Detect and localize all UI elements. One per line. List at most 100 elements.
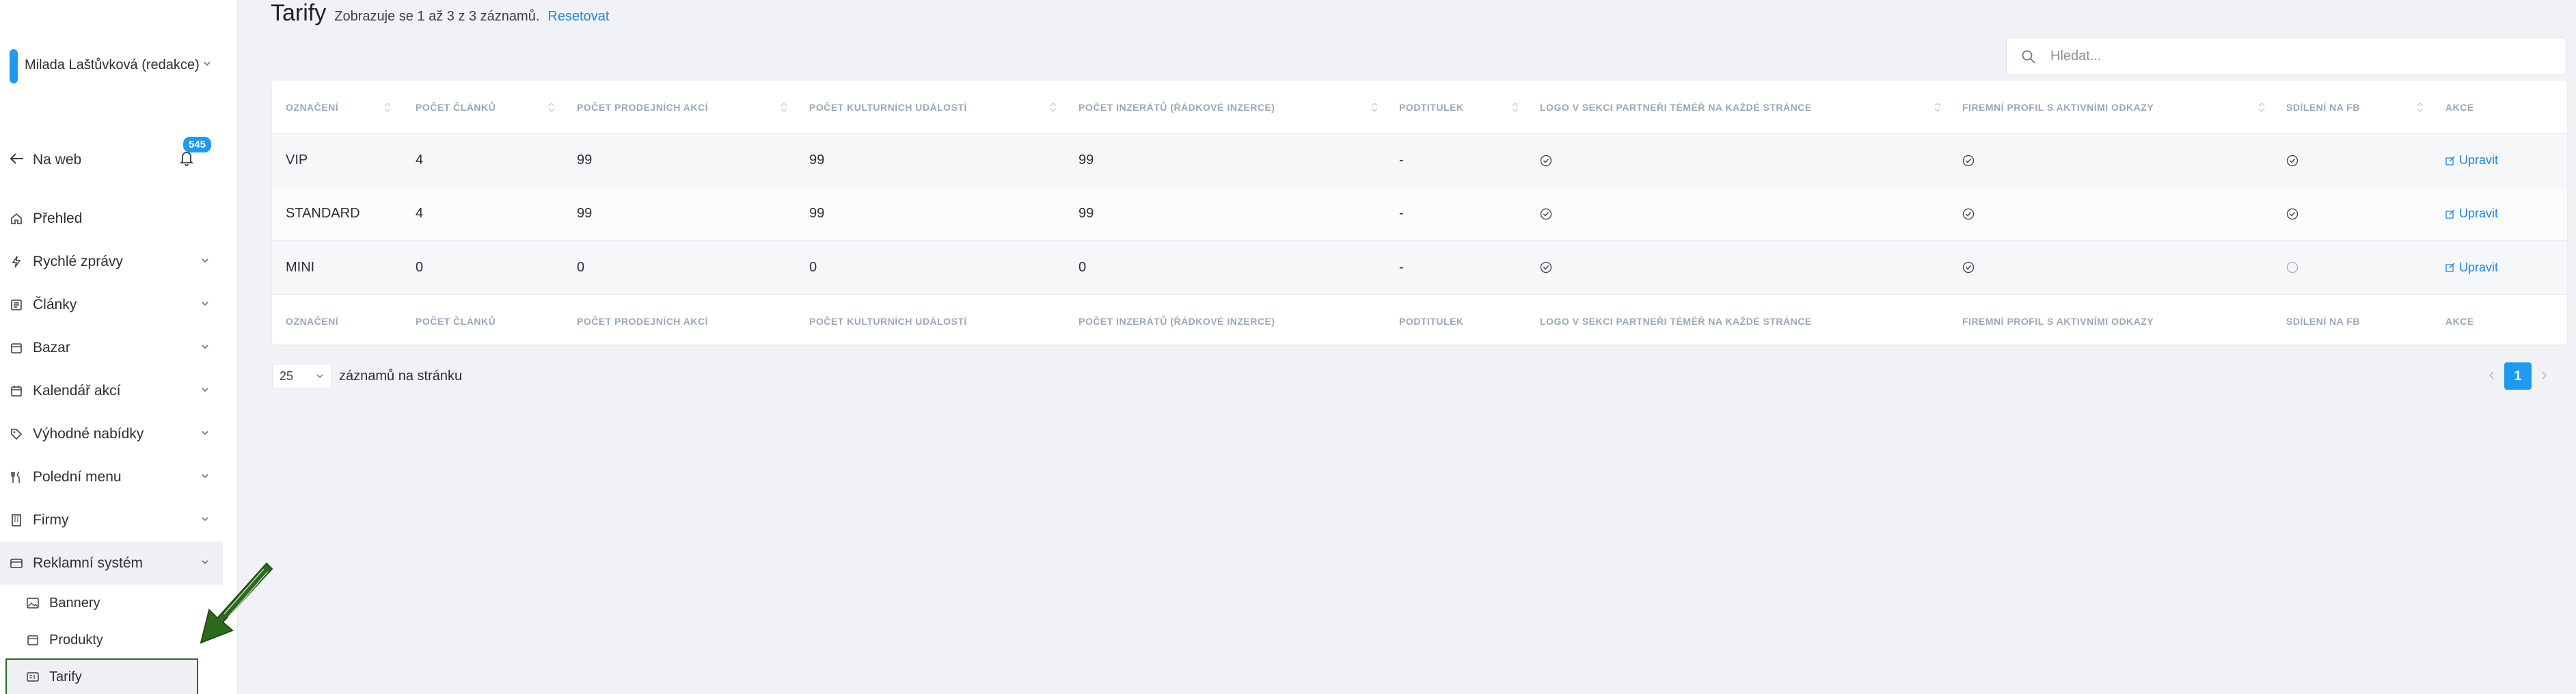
sidebar-item-label: Firmy: [33, 511, 69, 528]
column-header[interactable]: POČET INZERÁTŮ (ŘÁDKOVÉ INZERCE): [1079, 81, 1275, 133]
cell-culture: 0: [809, 259, 817, 275]
page-size-value: 25: [280, 369, 294, 383]
column-header[interactable]: FIREMNÍ PROFIL S AKTIVNÍMI ODKAZY: [1962, 81, 2154, 133]
column-footer: PODTITULEK: [1399, 315, 1464, 327]
pagination: 1: [2488, 362, 2548, 390]
sidebar-item-prehled[interactable]: Přehled: [0, 197, 238, 240]
column-header[interactable]: PODTITULEK: [1399, 81, 1463, 133]
table-row: MINI 0 0 0 0 - Upravit: [272, 241, 2567, 294]
column-footer: AKCE: [2445, 315, 2474, 327]
back-to-web-label: Na web: [33, 152, 82, 168]
table-row: STANDARD 4 99 99 99 - Upravit: [272, 187, 2567, 241]
sidebar-item-poledni-menu[interactable]: Polední menu: [0, 455, 238, 498]
table-header: OZNAČENÍ POČET ČLÁNKŮ POČET PRODEJNÍCH A…: [272, 81, 2567, 134]
reset-link[interactable]: Resetovat: [547, 9, 609, 25]
sidebar-item-bazar[interactable]: Bazar: [0, 326, 238, 369]
cell-sales: 0: [577, 259, 585, 275]
empty-circle-icon: [2286, 241, 2299, 294]
image-icon: [26, 596, 49, 611]
page-size-select[interactable]: 25: [272, 364, 332, 388]
user-menu[interactable]: Milada Laštůvková (redakce): [0, 42, 238, 90]
sidebar-item-kalendar-akci[interactable]: Kalendář akcí: [0, 369, 238, 412]
sidebar-subitem-produkty[interactable]: Produkty: [0, 622, 223, 658]
sort-icon[interactable]: [2415, 100, 2425, 115]
check-circle-icon: [1540, 241, 1552, 294]
column-header[interactable]: SDÍLENÍ NA FB: [2286, 81, 2360, 133]
sort-icon[interactable]: [547, 100, 556, 115]
home-icon: [10, 211, 33, 227]
sort-icon[interactable]: [383, 100, 392, 115]
table-footer: OZNAČENÍ POČET ČLÁNKŮ POČET PRODEJNÍCH A…: [272, 294, 2567, 347]
sidebar-item-label: Bazar: [33, 339, 70, 356]
column-footer: SDÍLENÍ NA FB: [2286, 315, 2360, 327]
chevron-down-icon: [200, 255, 211, 266]
cell-subtitle: -: [1399, 152, 1404, 168]
chevron-down-icon: [200, 384, 211, 395]
cutlery-icon: [10, 469, 33, 485]
sort-icon[interactable]: [779, 100, 789, 115]
search-input[interactable]: [2050, 49, 2529, 64]
cell-culture: 99: [809, 152, 825, 168]
edit-button[interactable]: Upravit: [2445, 187, 2498, 240]
edit-icon: [2445, 156, 2455, 165]
edit-icon: [2445, 263, 2455, 272]
page-size-label: záznamů na stránku: [339, 368, 463, 384]
bolt-icon: [10, 254, 33, 270]
cell-ads: 99: [1079, 152, 1094, 168]
notifications-badge: 545: [183, 137, 212, 152]
sidebar-item-label: Přehled: [33, 210, 83, 226]
next-page-icon[interactable]: [2540, 367, 2548, 385]
column-header[interactable]: LOGO V SEKCI PARTNEŘI TÉMĚŘ NA KAŽDÉ STR…: [1540, 81, 1812, 133]
sidebar-item-label: Články: [33, 296, 77, 312]
edit-button[interactable]: Upravit: [2445, 241, 2498, 294]
table-row: VIP 4 99 99 99 - Upravit: [272, 134, 2567, 187]
edit-label: Upravit: [2459, 206, 2499, 220]
sidebar-item-rychle-zpravy[interactable]: Rychlé zprávy: [0, 240, 238, 283]
sidebar-item-clanky[interactable]: Články: [0, 283, 238, 326]
sidebar-item-label: Výhodné nabídky: [33, 425, 144, 442]
chevron-down-icon: [200, 341, 211, 352]
sidebar-item-label: Polední menu: [33, 468, 122, 485]
sidebar-subitem-label: Produkty: [49, 632, 103, 648]
sidebar-item-label: Rychlé zprávy: [33, 253, 123, 269]
column-footer: LOGO V SEKCI PARTNEŘI TÉMĚŘ NA KAŽDÉ STR…: [1540, 315, 1812, 327]
edit-button[interactable]: Upravit: [2445, 134, 2498, 187]
sidebar-item-vyhodne-nabidky[interactable]: Výhodné nabídky: [0, 412, 238, 455]
column-footer: POČET ČLÁNKŮ: [416, 315, 496, 327]
sidebar-subitem-bannery[interactable]: Bannery: [0, 585, 223, 622]
tariffs-table: OZNAČENÍ POČET ČLÁNKŮ POČET PRODEJNÍCH A…: [272, 81, 2567, 345]
sidebar-subitem-tarify[interactable]: Tarify: [5, 658, 198, 694]
arrow-left-icon: [10, 150, 33, 170]
column-footer: POČET INZERÁTŮ (ŘÁDKOVÉ INZERCE): [1079, 315, 1275, 327]
check-circle-icon: [2286, 187, 2299, 240]
prev-page-icon[interactable]: [2488, 367, 2496, 385]
column-header[interactable]: POČET KULTURNÍCH UDÁLOSTÍ: [809, 81, 967, 133]
page-number-button[interactable]: 1: [2504, 362, 2532, 390]
user-avatar: [10, 49, 18, 83]
sort-icon[interactable]: [1933, 100, 1942, 115]
search-icon: [2007, 49, 2050, 64]
cell-ads: 99: [1079, 206, 1094, 221]
column-header[interactable]: OZNAČENÍ: [286, 81, 338, 133]
cell-ads: 0: [1079, 259, 1087, 275]
sort-icon[interactable]: [1510, 100, 1520, 115]
column-header[interactable]: POČET ČLÁNKŮ: [416, 81, 496, 133]
cell-sales: 99: [577, 206, 593, 221]
sort-icon[interactable]: [2257, 100, 2266, 115]
sidebar-item-firmy[interactable]: Firmy: [0, 498, 238, 542]
ad-icon: [10, 555, 33, 572]
column-header: AKCE: [2445, 101, 2474, 113]
sidebar-item-reklamni-system[interactable]: Reklamní systém: [0, 542, 223, 585]
column-header[interactable]: POČET PRODEJNÍCH AKCÍ: [577, 81, 708, 133]
sort-icon[interactable]: [1370, 100, 1379, 115]
cell-name: MINI: [286, 259, 315, 275]
column-footer: FIREMNÍ PROFIL S AKTIVNÍMI ODKAZY: [1962, 315, 2154, 327]
chevron-down-icon: [200, 470, 211, 481]
sort-icon[interactable]: [1048, 100, 1058, 115]
annotation-arrow-icon: [200, 562, 273, 644]
cell-name: STANDARD: [286, 206, 360, 221]
page-header: Tarify Zobrazuje se 1 až 3 z 3 záznamů. …: [271, 0, 609, 34]
cell-articles: 4: [416, 152, 424, 168]
tariff-icon: [26, 669, 49, 684]
column-footer: OZNAČENÍ: [286, 315, 339, 327]
